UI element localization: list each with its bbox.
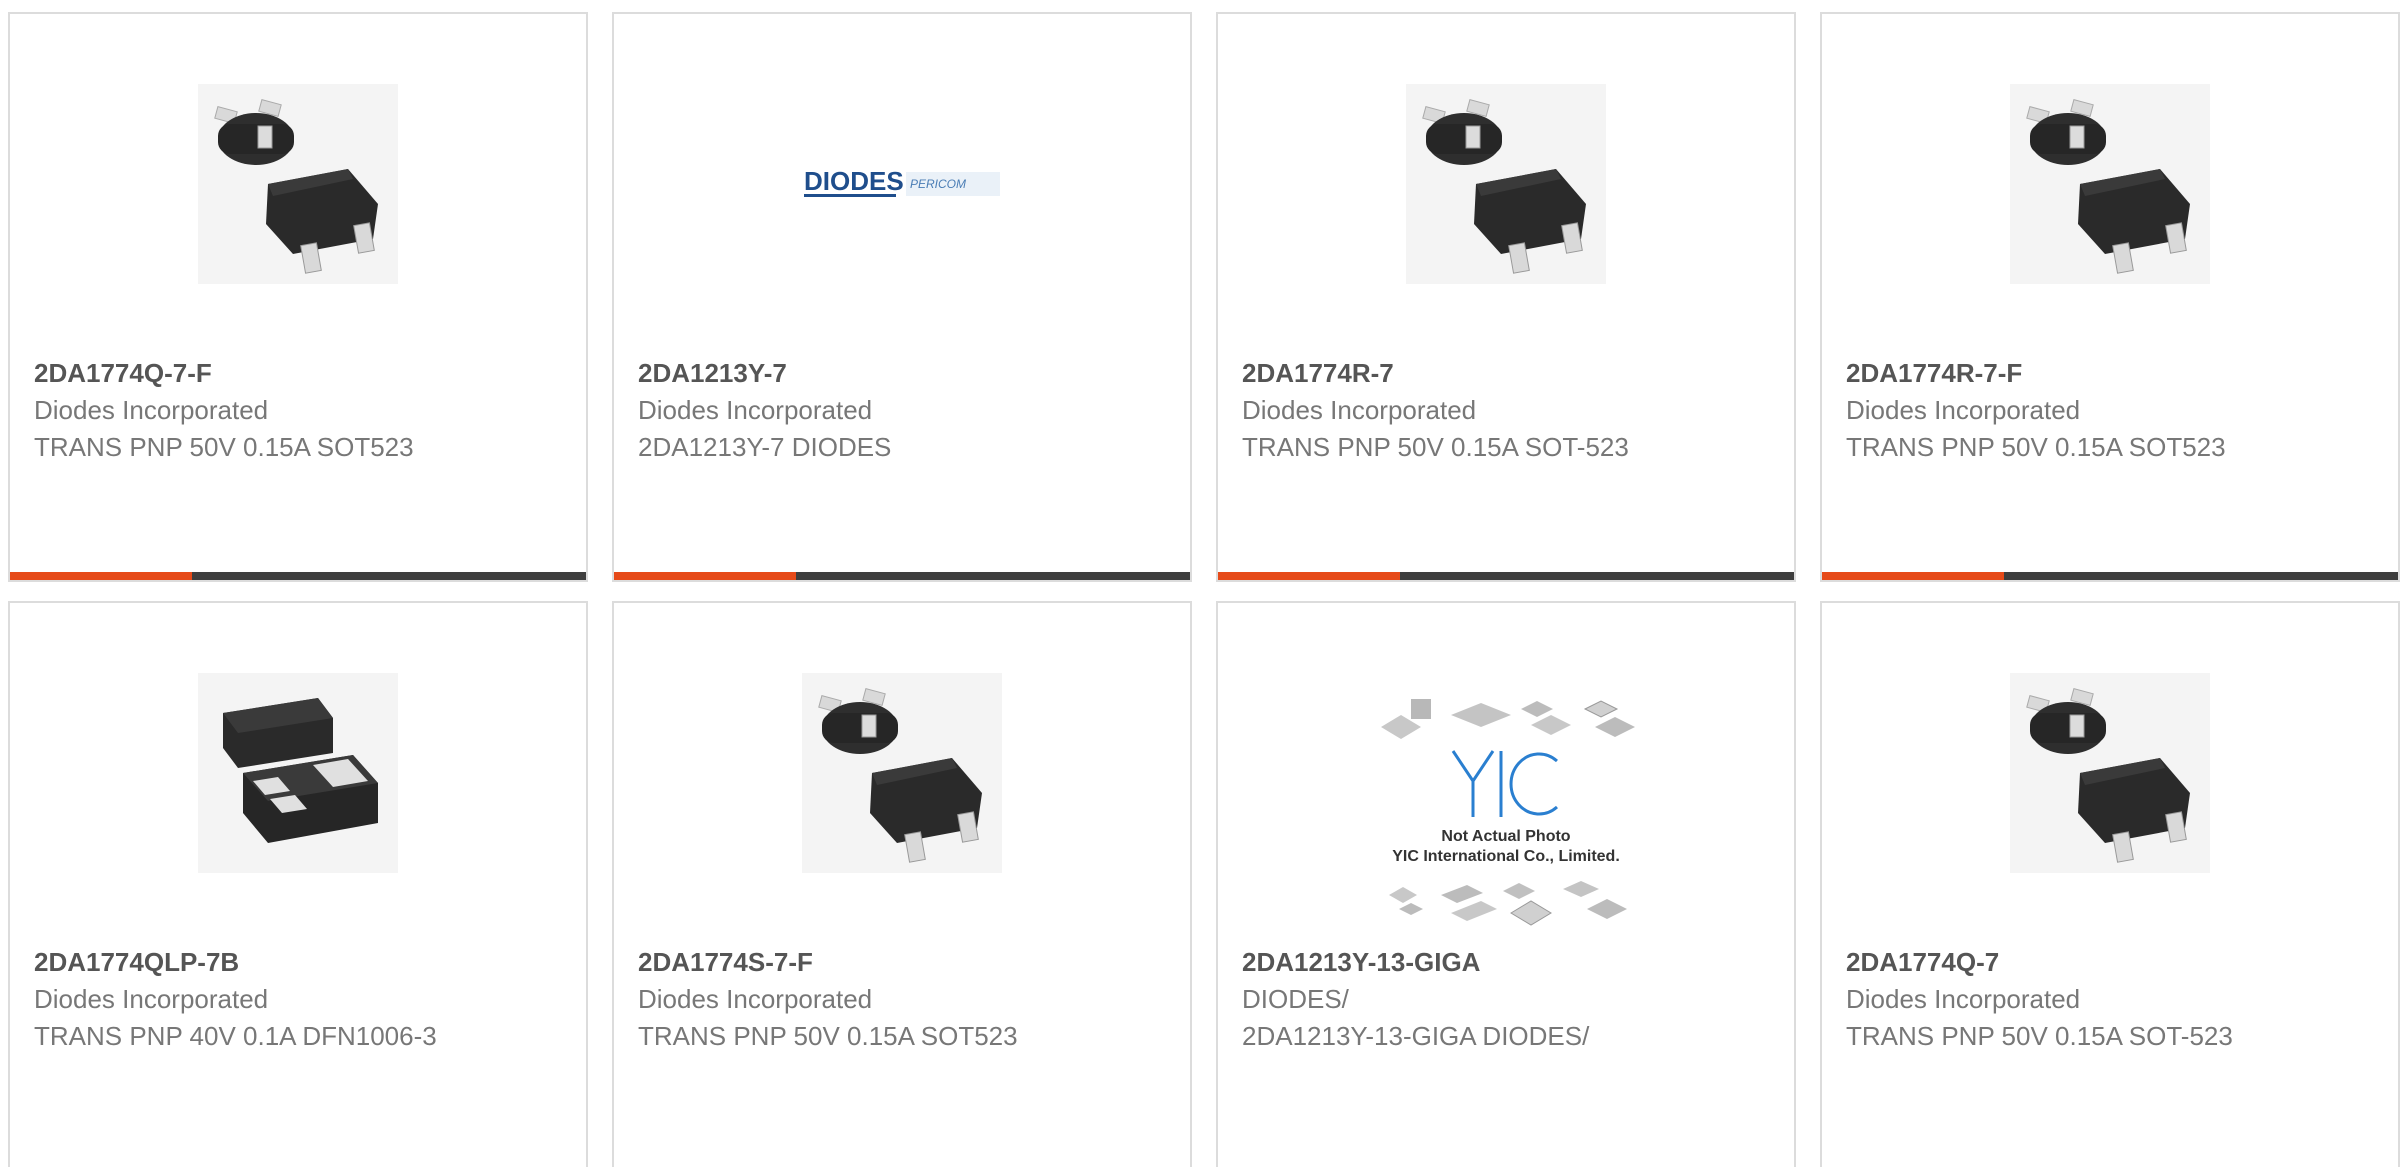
- svg-text:Not Actual Photo: Not Actual Photo: [1441, 828, 1570, 845]
- product-image[interactable]: [614, 673, 1190, 873]
- product-card[interactable]: 2DA1774Q-7-F Diodes Incorporated TRANS P…: [8, 12, 588, 582]
- product-image[interactable]: [10, 84, 586, 284]
- manufacturer: Diodes Incorporated: [638, 984, 873, 1014]
- card-accent-bar: [614, 572, 796, 580]
- description: TRANS PNP 50V 0.15A SOT-523: [1846, 1021, 2233, 1051]
- description: TRANS PNP 40V 0.1A DFN1006-3: [34, 1021, 437, 1051]
- product-info: 2DA1213Y-7 Diodes Incorporated 2DA1213Y-…: [638, 354, 1070, 466]
- product-card[interactable]: Not Actual Photo YIC International Co., …: [1216, 601, 1796, 1167]
- manufacturer: Diodes Incorporated: [1846, 984, 2081, 1014]
- part-number-link[interactable]: 2DA1774S-7-F: [638, 943, 1070, 981]
- product-image[interactable]: DIODES PERICOM: [614, 84, 1190, 284]
- part-number-link[interactable]: 2DA1774Q-7-F: [34, 354, 466, 392]
- product-image[interactable]: [1218, 84, 1794, 284]
- product-info: 2DA1213Y-13-GIGA DIODES/ 2DA1213Y-13-GIG…: [1242, 943, 1674, 1055]
- manufacturer: Diodes Incorporated: [1242, 395, 1477, 425]
- manufacturer: Diodes Incorporated: [638, 395, 873, 425]
- card-bottom-bar: [1218, 572, 1794, 580]
- manufacturer: DIODES/: [1242, 984, 1349, 1014]
- product-card[interactable]: 2DA1774R-7 Diodes Incorporated TRANS PNP…: [1216, 12, 1796, 582]
- description: TRANS PNP 50V 0.15A SOT-523: [1242, 432, 1629, 462]
- product-card[interactable]: DIODES PERICOM 2DA1213Y-7 Diodes Incorpo…: [612, 12, 1192, 582]
- svg-text:YIC International Co., Limited: YIC International Co., Limited.: [1392, 848, 1620, 865]
- diodes-pericom-logo: DIODES PERICOM: [804, 166, 1000, 197]
- dfn1006-package-icon: [198, 673, 398, 873]
- card-bottom-bar: [10, 572, 586, 580]
- description: TRANS PNP 50V 0.15A SOT523: [1846, 432, 2226, 462]
- product-image[interactable]: [10, 673, 586, 873]
- svg-text:PERICOM: PERICOM: [910, 177, 966, 191]
- part-number-link[interactable]: 2DA1774R-7-F: [1846, 354, 2278, 392]
- card-bottom-bar: [614, 572, 1190, 580]
- product-info: 2DA1774QLP-7B Diodes Incorporated TRANS …: [34, 943, 466, 1055]
- manufacturer: Diodes Incorporated: [34, 395, 269, 425]
- product-image[interactable]: [1822, 673, 2398, 873]
- product-card[interactable]: 2DA1774S-7-F Diodes Incorporated TRANS P…: [612, 601, 1192, 1167]
- part-number-link[interactable]: 2DA1213Y-13-GIGA: [1242, 943, 1674, 981]
- card-accent-bar: [10, 572, 192, 580]
- part-number-link[interactable]: 2DA1774R-7: [1242, 354, 1674, 392]
- description: 2DA1213Y-7 DIODES: [638, 432, 892, 462]
- product-info: 2DA1774S-7-F Diodes Incorporated TRANS P…: [638, 943, 1070, 1055]
- yic-placeholder-image: Not Actual Photo YIC International Co., …: [1381, 699, 1635, 926]
- part-number-link[interactable]: 2DA1774Q-7: [1846, 943, 2278, 981]
- product-grid: 2DA1774Q-7-F Diodes Incorporated TRANS P…: [0, 0, 2400, 1167]
- product-image[interactable]: Not Actual Photo YIC International Co., …: [1218, 695, 1794, 935]
- product-card[interactable]: 2DA1774R-7-F Diodes Incorporated TRANS P…: [1820, 12, 2400, 582]
- description: 2DA1213Y-13-GIGA DIODES/: [1242, 1021, 1590, 1051]
- card-accent-bar: [1822, 572, 2004, 580]
- description: TRANS PNP 50V 0.15A SOT523: [34, 432, 414, 462]
- part-number-link[interactable]: 2DA1213Y-7: [638, 354, 1070, 392]
- sot523-package-icon: [2010, 84, 2210, 284]
- sot523-package-icon: [2010, 673, 2210, 873]
- product-card[interactable]: 2DA1774QLP-7B Diodes Incorporated TRANS …: [8, 601, 588, 1167]
- manufacturer: Diodes Incorporated: [1846, 395, 2081, 425]
- product-info: 2DA1774R-7 Diodes Incorporated TRANS PNP…: [1242, 354, 1674, 466]
- product-info: 2DA1774Q-7 Diodes Incorporated TRANS PNP…: [1846, 943, 2278, 1055]
- manufacturer: Diodes Incorporated: [34, 984, 269, 1014]
- part-number-link[interactable]: 2DA1774QLP-7B: [34, 943, 466, 981]
- product-info: 2DA1774R-7-F Diodes Incorporated TRANS P…: [1846, 354, 2278, 466]
- product-card[interactable]: 2DA1774Q-7 Diodes Incorporated TRANS PNP…: [1820, 601, 2400, 1167]
- product-info: 2DA1774Q-7-F Diodes Incorporated TRANS P…: [34, 354, 466, 466]
- product-image[interactable]: [1822, 84, 2398, 284]
- sot523-package-icon: [198, 84, 398, 284]
- sot523-package-icon: [1406, 84, 1606, 284]
- card-bottom-bar: [1822, 572, 2398, 580]
- description: TRANS PNP 50V 0.15A SOT523: [638, 1021, 1018, 1051]
- card-accent-bar: [1218, 572, 1400, 580]
- sot523-package-icon: [802, 673, 1002, 873]
- svg-text:DIODES: DIODES: [804, 166, 904, 196]
